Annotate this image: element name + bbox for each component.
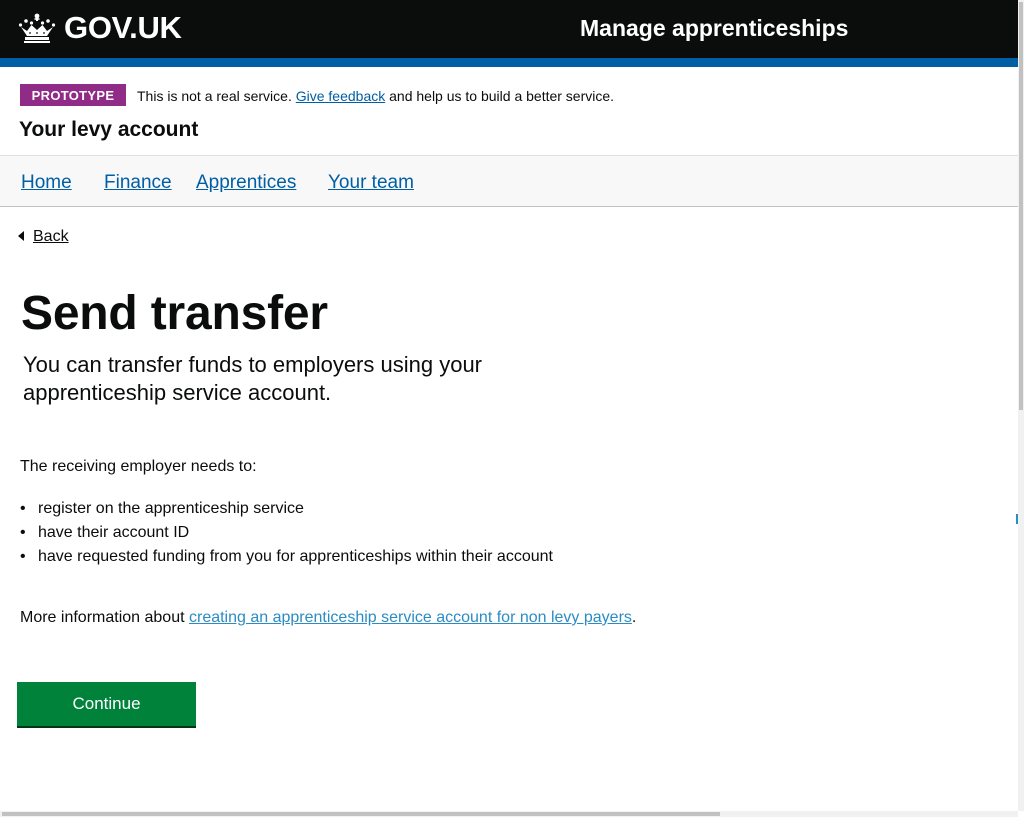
- crown-icon: [18, 13, 56, 43]
- vertical-scrollbar[interactable]: [1018, 0, 1024, 811]
- nav-finance-link[interactable]: Finance: [104, 172, 172, 194]
- site-header: GOV.UK Manage apprenticeships: [0, 0, 1018, 58]
- phase-text-after: and help us to build a better service.: [389, 88, 615, 104]
- more-info-text: More information about creating an appre…: [20, 607, 680, 628]
- govuk-logo-link[interactable]: GOV.UK: [18, 10, 182, 46]
- more-info-prefix: More information about: [20, 609, 185, 626]
- page-edge-marker: [1016, 514, 1018, 524]
- page-title: Send transfer: [21, 287, 328, 340]
- phase-banner-text: This is not a real service. Give feedbac…: [137, 88, 614, 104]
- back-arrow-icon: [18, 231, 24, 241]
- continue-button[interactable]: Continue: [17, 682, 196, 726]
- more-info-suffix: .: [631, 609, 637, 626]
- phase-text-before: This is not a real service.: [137, 88, 292, 104]
- requirements-list: register on the apprenticeship service h…: [20, 499, 553, 571]
- intro-text: The receiving employer needs to:: [20, 458, 257, 475]
- back-link[interactable]: Back: [18, 228, 69, 246]
- list-item: have their account ID: [20, 523, 553, 547]
- vertical-scrollbar-thumb[interactable]: [1019, 2, 1023, 410]
- lede-text: You can transfer funds to employers usin…: [23, 352, 483, 405]
- account-navigation: Home Finance Apprentices Your team: [0, 155, 1018, 207]
- account-title: Your levy account: [19, 118, 199, 141]
- horizontal-scrollbar[interactable]: [0, 811, 1018, 817]
- govuk-logo-text[interactable]: GOV.UK: [64, 10, 182, 46]
- list-item: have requested funding from you for appr…: [20, 547, 553, 571]
- nav-your-team-link[interactable]: Your team: [328, 172, 414, 194]
- nav-home-link[interactable]: Home: [21, 172, 72, 194]
- prototype-tag: PROTOTYPE: [20, 84, 126, 106]
- non-levy-account-link[interactable]: creating an apprenticeship service accou…: [189, 609, 632, 626]
- horizontal-scrollbar-thumb[interactable]: [2, 812, 720, 816]
- give-feedback-link[interactable]: Give feedback: [296, 88, 386, 104]
- header-stripe: [0, 58, 1018, 67]
- back-link-label[interactable]: Back: [33, 228, 69, 246]
- nav-apprentices-link[interactable]: Apprentices: [196, 172, 296, 194]
- list-item: register on the apprenticeship service: [20, 499, 553, 523]
- service-name[interactable]: Manage apprenticeships: [580, 15, 848, 42]
